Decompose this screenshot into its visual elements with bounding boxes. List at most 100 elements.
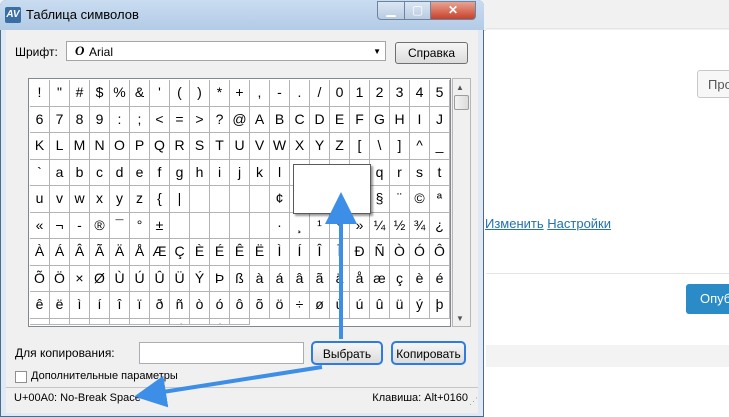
char-cell[interactable]: ö [270,292,290,319]
char-cell[interactable]: û [370,292,390,319]
char-cell[interactable]: j [230,159,250,186]
char-cell[interactable]: r [390,159,410,186]
char-cell[interactable]: ë [50,292,70,319]
char-cell[interactable]: Þ [210,265,230,292]
char-cell[interactable]: ÷ [290,292,310,319]
char-cell[interactable]: ` [30,159,50,186]
char-cell[interactable]: O [110,133,130,160]
char-cell[interactable]: " [50,80,70,107]
copy-button[interactable]: Копировать [391,341,466,365]
background-publish-button[interactable]: Опуб [686,284,729,314]
char-cell[interactable]: z [130,186,150,213]
char-cell[interactable]: « [30,212,50,239]
char-cell[interactable]: s [410,159,430,186]
title-bar[interactable]: AV Таблица символов ▁ ▢ ✕ [0,0,484,30]
char-cell[interactable]: T [210,133,230,160]
char-cell[interactable]: G [370,106,390,133]
char-cell[interactable]: [ [350,133,370,160]
char-cell[interactable]: x [90,186,110,213]
char-cell[interactable] [250,212,270,239]
char-cell[interactable]: ¾ [410,212,430,239]
char-cell[interactable]: h [190,159,210,186]
char-cell[interactable]: Ý [190,265,210,292]
char-cell[interactable]: A [250,106,270,133]
help-button[interactable]: Справка [395,42,468,64]
char-cell[interactable]: Æ [150,239,170,266]
char-cell[interactable]: b [70,159,90,186]
char-cell[interactable]: 2 [370,80,390,107]
char-cell[interactable]: % [110,80,130,107]
char-cell[interactable]: Ă [90,318,110,325]
char-cell[interactable]: 6 [30,106,50,133]
char-cell[interactable]: Ù [110,265,130,292]
scroll-down-icon[interactable]: ▼ [456,314,464,323]
char-cell[interactable]: + [230,80,250,107]
char-cell[interactable]: © [410,186,430,213]
char-cell[interactable]: ú [350,292,370,319]
char-cell[interactable]: ± [150,212,170,239]
char-cell[interactable]: ¹ [310,212,330,239]
char-cell[interactable]: - [70,212,90,239]
char-cell[interactable]: D [310,106,330,133]
char-cell[interactable]: ï [130,292,150,319]
char-cell[interactable]: ü [390,292,410,319]
char-cell[interactable]: ÿ [30,318,50,325]
char-cell[interactable]: ä [330,265,350,292]
char-cell[interactable]: _ [430,133,450,160]
char-cell[interactable]: ß [230,265,250,292]
char-cell[interactable]: K [30,133,50,160]
char-cell[interactable]: ' [150,80,170,107]
char-cell[interactable]: ¬ [50,212,70,239]
char-cell[interactable]: \ [370,133,390,160]
char-cell[interactable]: : [110,106,130,133]
char-cell[interactable]: º [330,212,350,239]
char-cell[interactable]: 8 [70,106,90,133]
char-cell[interactable]: e [130,159,150,186]
char-cell[interactable]: U [230,133,250,160]
char-cell[interactable] [210,212,230,239]
char-cell[interactable]: L [50,133,70,160]
char-cell[interactable]: d [110,159,130,186]
char-cell[interactable]: À [30,239,50,266]
char-cell[interactable]: Ê [230,239,250,266]
scroll-thumb[interactable] [454,95,469,110]
char-cell[interactable]: Ü [170,265,190,292]
char-cell[interactable]: þ [430,292,450,319]
char-cell[interactable]: é [430,265,450,292]
char-cell[interactable] [170,212,190,239]
char-cell[interactable]: á [270,265,290,292]
char-cell[interactable]: # [70,80,90,107]
char-cell[interactable]: = [170,106,190,133]
char-cell[interactable]: Ç [170,239,190,266]
char-cell[interactable]: t [430,159,450,186]
char-cell[interactable]: ( [170,80,190,107]
char-cell[interactable]: w [70,186,90,213]
char-cell[interactable]: > [190,106,210,133]
char-cell[interactable]: / [310,80,330,107]
char-cell[interactable]: í [90,292,110,319]
char-cell[interactable]: Ì [270,239,290,266]
char-cell[interactable] [230,186,250,213]
char-cell[interactable]: ] [390,133,410,160]
char-cell[interactable]: Ć [170,318,190,325]
change-link[interactable]: Изменить [485,216,544,231]
char-cell[interactable]: Ã [90,239,110,266]
char-cell[interactable]: ê [30,292,50,319]
char-cell[interactable] [190,212,210,239]
resize-grip-icon[interactable]: ⋰ [469,396,478,407]
char-cell[interactable] [250,186,270,213]
char-cell[interactable]: S [190,133,210,160]
char-cell[interactable]: . [290,80,310,107]
char-cell[interactable]: 9 [90,106,110,133]
char-cell[interactable]: Á [50,239,70,266]
char-cell[interactable]: ì [70,292,90,319]
char-cell[interactable]: B [270,106,290,133]
char-cell[interactable] [230,212,250,239]
scroll-up-icon[interactable]: ▲ [456,83,464,92]
char-cell[interactable]: I [410,106,430,133]
char-cell[interactable] [210,186,230,213]
char-cell[interactable]: * [210,80,230,107]
char-cell[interactable]: | [170,186,190,213]
char-cell[interactable]: É [210,239,230,266]
char-cell[interactable]: ĉ [230,318,250,325]
